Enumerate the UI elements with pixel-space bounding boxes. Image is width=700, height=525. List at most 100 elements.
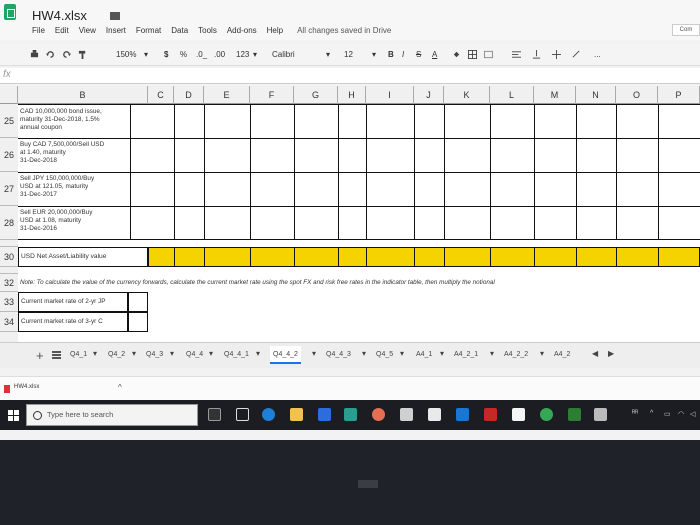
menu-help[interactable]: Help: [267, 26, 283, 35]
horizontal-align-icon[interactable]: [512, 50, 521, 59]
formula-bar[interactable]: fx: [0, 68, 700, 84]
menu-insert[interactable]: Insert: [106, 26, 126, 35]
people-icon[interactable]: ᴿᴿ: [632, 410, 638, 417]
row-header-30[interactable]: 30: [0, 247, 18, 267]
row-header-33[interactable]: 33: [0, 292, 18, 312]
tab-menu-icon[interactable]: ▾: [312, 349, 316, 358]
tab-menu-icon[interactable]: ▾: [362, 349, 366, 358]
column-header-k[interactable]: K: [444, 86, 490, 104]
tab-menu-icon[interactable]: ▾: [490, 349, 494, 358]
column-header-e[interactable]: E: [204, 86, 250, 104]
row-33[interactable]: Current market rate of 2-yr JP: [18, 292, 700, 312]
row-header-31[interactable]: [0, 267, 18, 274]
cell-b34[interactable]: Current market rate of 3-yr C: [18, 312, 128, 332]
row-header-27[interactable]: 27: [0, 172, 18, 206]
column-header-j[interactable]: J: [414, 86, 444, 104]
tab-menu-icon[interactable]: ▾: [132, 349, 136, 358]
taskbar-search-box[interactable]: Type here to search: [26, 404, 198, 426]
column-header-m[interactable]: M: [534, 86, 576, 104]
spreadsheet-grid[interactable]: 25 CAD 10,000,000 bond issue, maturity 3…: [0, 104, 700, 344]
font-dropdown-icon[interactable]: ▾: [326, 48, 330, 62]
paint-format-icon[interactable]: [78, 50, 87, 59]
fill-color-icon[interactable]: [452, 50, 461, 59]
file-explorer-icon[interactable]: [290, 408, 303, 421]
sheet-tab-q4-4-1[interactable]: Q4_4_1: [224, 346, 249, 364]
red-app-icon[interactable]: [484, 408, 497, 421]
tray-expand-icon[interactable]: ^: [650, 410, 653, 417]
zoom-dropdown-icon[interactable]: ▾: [144, 48, 148, 62]
cell-b27[interactable]: Sell JPY 150,000,000/Buy USD at 121.05, …: [20, 175, 120, 200]
column-header-f[interactable]: F: [250, 86, 294, 104]
font-select[interactable]: Calibri: [272, 48, 295, 62]
document-title[interactable]: HW4.xlsx: [32, 8, 87, 23]
wifi-icon[interactable]: ◠: [678, 410, 684, 418]
save-status[interactable]: All changes saved in Drive: [297, 26, 391, 35]
percent-format-button[interactable]: %: [180, 48, 187, 62]
row-34[interactable]: Current market rate of 3-yr C: [18, 312, 700, 332]
move-folder-icon[interactable]: [110, 12, 120, 20]
font-size-dropdown-icon[interactable]: ▾: [372, 48, 376, 62]
volume-icon[interactable]: ◁: [690, 410, 695, 418]
photos-icon[interactable]: [344, 408, 357, 421]
sheet-tab-a4-1[interactable]: A4_1: [416, 346, 432, 364]
row-header-26[interactable]: 26: [0, 138, 18, 172]
all-sheets-icon[interactable]: [52, 351, 61, 359]
column-header-b[interactable]: B: [18, 86, 148, 104]
sheet-tab-q4-4-2-active[interactable]: Q4_4_2: [270, 346, 301, 364]
row-31[interactable]: [18, 267, 700, 274]
merge-cells-icon[interactable]: [484, 50, 493, 59]
sheets-logo-icon[interactable]: [4, 4, 16, 20]
bordered-block[interactable]: [18, 104, 700, 240]
cell-c33[interactable]: [128, 292, 148, 312]
column-header-l[interactable]: L: [490, 86, 534, 104]
bold-button[interactable]: B: [388, 48, 394, 62]
row-header-34[interactable]: 34: [0, 312, 18, 332]
cell-c34[interactable]: [128, 312, 148, 332]
row-29[interactable]: [18, 240, 700, 247]
word-app-icon[interactable]: [400, 408, 413, 421]
sheet-tab-q4-4-3[interactable]: Q4_4_3: [326, 346, 351, 364]
undo-icon[interactable]: [46, 50, 55, 59]
column-header-h[interactable]: H: [338, 86, 366, 104]
scroll-tabs-right-icon[interactable]: ▶: [608, 349, 614, 358]
borders-icon[interactable]: [468, 50, 477, 59]
comments-button[interactable]: Com: [672, 24, 700, 36]
scroll-tabs-left-icon[interactable]: ◀: [592, 349, 598, 358]
cell-b30[interactable]: USD Net Asset/Liability value: [18, 247, 148, 267]
tab-menu-icon[interactable]: ▾: [440, 349, 444, 358]
menu-tools[interactable]: Tools: [198, 26, 217, 35]
column-header-i[interactable]: I: [366, 86, 414, 104]
sheet-tab-q4-1[interactable]: Q4_1: [70, 346, 87, 364]
zoom-select[interactable]: 150%: [116, 48, 136, 62]
column-header-g[interactable]: G: [294, 86, 338, 104]
tab-menu-icon[interactable]: ▾: [93, 349, 97, 358]
print-icon[interactable]: [30, 50, 39, 59]
column-header-p[interactable]: P: [658, 86, 700, 104]
text-wrapping-icon[interactable]: [552, 50, 561, 59]
more-formats-button[interactable]: 123: [236, 48, 249, 62]
tab-menu-icon[interactable]: ▾: [400, 349, 404, 358]
decrease-decimal-button[interactable]: .0_: [196, 48, 207, 62]
store-icon[interactable]: [318, 408, 331, 421]
row-30[interactable]: USD Net Asset/Liability value: [18, 247, 700, 267]
more-formats-dropdown-icon[interactable]: ▾: [253, 48, 257, 62]
more-toolbar-button[interactable]: ...: [594, 48, 601, 62]
battery-icon[interactable]: ▭: [664, 410, 671, 418]
cell-b28[interactable]: Sell EUR 20,000,000/Buy USD at 1.08, mat…: [20, 209, 120, 234]
excel-icon[interactable]: [568, 408, 581, 421]
menu-edit[interactable]: Edit: [55, 26, 69, 35]
sheet-tab-a4-2-1[interactable]: A4_2_1: [454, 346, 478, 364]
edge-browser-icon[interactable]: [262, 408, 275, 421]
tab-menu-icon[interactable]: ▾: [256, 349, 260, 358]
column-header-o[interactable]: O: [616, 86, 658, 104]
column-header-n[interactable]: N: [576, 86, 616, 104]
row-header-29[interactable]: [0, 240, 18, 247]
sheet-tab-q4-5[interactable]: Q4_5: [376, 346, 393, 364]
text-color-button[interactable]: A: [432, 48, 437, 62]
currency-format-button[interactable]: $: [164, 48, 168, 62]
text-rotation-icon[interactable]: [572, 50, 581, 59]
calculator-icon[interactable]: [428, 408, 441, 421]
menu-data[interactable]: Data: [171, 26, 188, 35]
sheet-tab-q4-3[interactable]: Q4_3: [146, 346, 163, 364]
app-icon[interactable]: [372, 408, 385, 421]
